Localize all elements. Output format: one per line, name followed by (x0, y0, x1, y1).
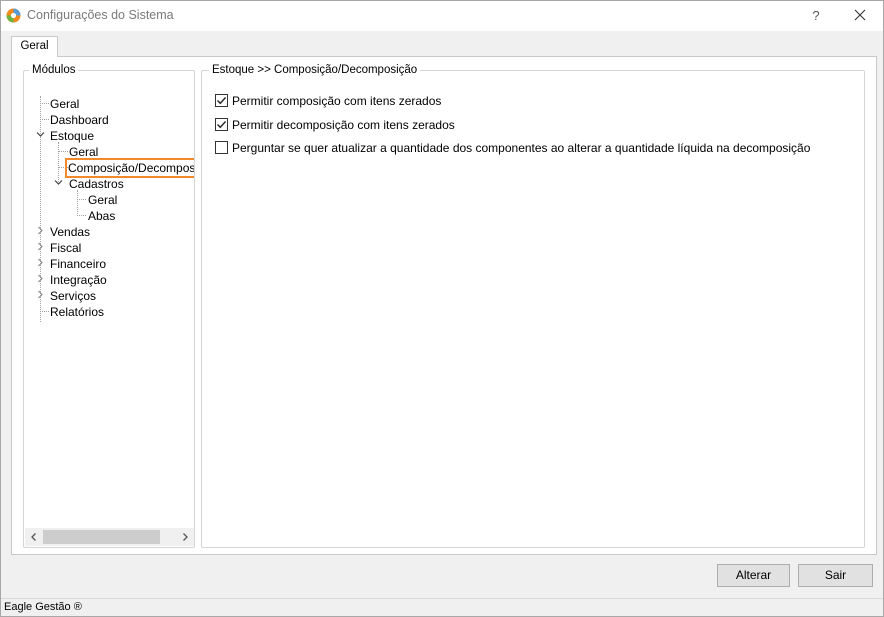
tree-item-cadastros[interactable]: Cadastros (69, 176, 124, 192)
tree-item-vendas[interactable]: Vendas (50, 224, 90, 240)
tree-item-estoque[interactable]: Estoque (50, 128, 94, 144)
option-label: Perguntar se quer atualizar a quantidade… (232, 141, 811, 155)
tab-panel-geral: Módulos Geral Dashboard Estoque Geral Co… (11, 56, 877, 555)
tree-connector (77, 190, 78, 216)
tree-item-financeiro[interactable]: Financeiro (50, 256, 106, 272)
status-bar: Eagle Gestão ® (1, 598, 883, 616)
expand-integracao-icon[interactable] (36, 274, 45, 283)
config-window: Configurações do Sistema ? Geral Módulos (0, 0, 884, 617)
tree-connector (40, 311, 49, 312)
checkmark-icon (217, 97, 227, 105)
collapse-estoque-icon[interactable] (36, 130, 45, 139)
app-logo-icon (6, 8, 21, 23)
expand-fiscal-icon[interactable] (36, 242, 45, 251)
expand-financeiro-icon[interactable] (36, 258, 45, 267)
settings-legend: Estoque >> Composição/Decomposição (209, 63, 421, 77)
tree-item-servicos[interactable]: Serviços (50, 288, 96, 304)
scroll-right-button[interactable] (176, 528, 194, 546)
tree-item-composicao-decomposicao[interactable]: Composição/Decomposição (64, 158, 194, 178)
tree-connector (40, 103, 49, 104)
modules-legend: Módulos (29, 63, 79, 77)
close-icon (854, 9, 866, 21)
modules-tree[interactable]: Geral Dashboard Estoque Geral Composição… (25, 78, 194, 528)
tree-item-cadastros-abas[interactable]: Abas (88, 208, 115, 224)
tab-strip: Geral (11, 36, 877, 57)
help-button[interactable]: ? (799, 1, 833, 30)
tree-item-relatorios[interactable]: Relatórios (50, 304, 104, 320)
window-title: Configurações do Sistema (27, 8, 174, 22)
expand-servicos-icon[interactable] (36, 290, 45, 299)
tree-connector (77, 199, 86, 200)
option-label: Permitir composição com itens zerados (232, 94, 442, 108)
settings-group: Estoque >> Composição/Decomposição Permi… (201, 63, 865, 548)
close-button[interactable] (843, 1, 877, 30)
status-text: Eagle Gestão ® (4, 601, 82, 613)
tree-item-estoque-geral[interactable]: Geral (69, 144, 98, 160)
collapse-cadastros-icon[interactable] (54, 178, 63, 187)
tree-item-dashboard[interactable]: Dashboard (50, 112, 109, 128)
tree-connector (77, 215, 86, 216)
tree-item-fiscal[interactable]: Fiscal (50, 240, 81, 256)
tree-connector (40, 119, 49, 120)
checkmark-icon (217, 121, 227, 129)
tree-connector (58, 151, 68, 152)
chevron-right-icon (183, 533, 188, 541)
checkbox-permitir-decomposicao[interactable] (215, 118, 228, 131)
option-label: Permitir decomposição com itens zerados (232, 118, 455, 132)
tree-item-geral[interactable]: Geral (50, 96, 79, 112)
modules-group: Módulos Geral Dashboard Estoque Geral Co… (23, 63, 195, 548)
title-bar: Configurações do Sistema ? (1, 1, 883, 31)
expand-vendas-icon[interactable] (36, 226, 45, 235)
chevron-left-icon (31, 533, 36, 541)
tree-horizontal-scrollbar[interactable] (25, 528, 194, 546)
checkbox-perguntar-atualizar-quantidade[interactable] (215, 141, 228, 154)
tree-item-cadastros-geral[interactable]: Geral (88, 192, 117, 208)
scroll-thumb[interactable] (43, 530, 160, 544)
sair-button[interactable]: Sair (798, 564, 873, 587)
tab-geral[interactable]: Geral (11, 36, 58, 57)
alterar-button[interactable]: Alterar (717, 564, 790, 587)
scroll-left-button[interactable] (25, 528, 43, 546)
tree-item-integracao[interactable]: Integração (50, 272, 107, 288)
checkbox-permitir-composicao[interactable] (215, 94, 228, 107)
